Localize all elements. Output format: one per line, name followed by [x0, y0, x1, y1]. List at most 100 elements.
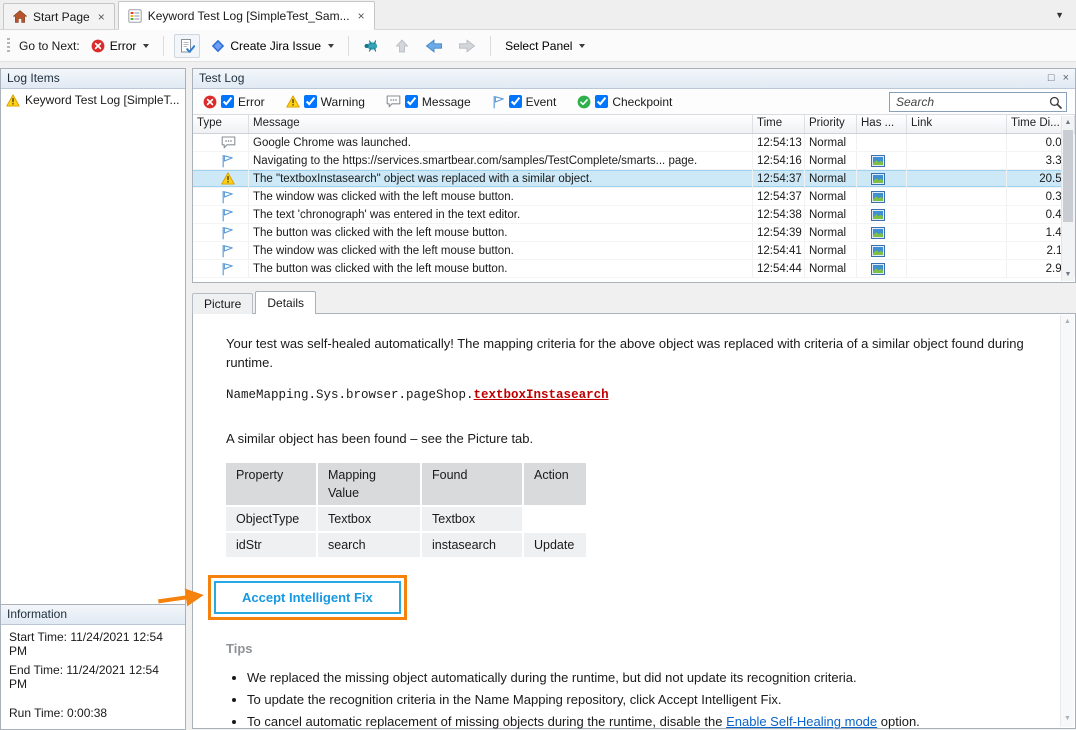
- chevron-down-icon: [143, 44, 149, 48]
- go-forward-button[interactable]: [454, 35, 480, 57]
- annotation-arrow-icon: [156, 580, 207, 614]
- start-time: Start Time: 11/24/2021 12:54 PM: [1, 625, 185, 658]
- select-test-item-button[interactable]: [174, 34, 200, 58]
- picture-icon: [871, 245, 885, 257]
- tab-details[interactable]: Details: [255, 291, 316, 314]
- error-filter-checkbox[interactable]: [221, 95, 234, 108]
- accept-fix-highlight: Accept Intelligent Fix: [208, 575, 407, 620]
- scroll-down-icon[interactable]: ▼: [1061, 712, 1074, 725]
- warning-filter-checkbox[interactable]: [304, 95, 317, 108]
- chevron-down-icon: [328, 44, 334, 48]
- tab-label: Keyword Test Log [SimpleTest_Sam...: [148, 9, 350, 23]
- column-header[interactable]: Link: [907, 115, 1007, 133]
- column-header[interactable]: Type: [193, 115, 249, 133]
- table-row[interactable]: The button was clicked with the left mou…: [193, 260, 1075, 278]
- application-window: Start Page × Keyword Test Log [SimpleTes…: [0, 0, 1076, 730]
- details-scrollbar[interactable]: ▲ ▼: [1060, 315, 1074, 727]
- table-row-selected[interactable]: The "textboxInstasearch" object was repl…: [193, 170, 1075, 188]
- test-log-panel: Test Log □ × Error Warning Message: [192, 68, 1076, 283]
- create-jira-issue-button[interactable]: Create Jira Issue: [207, 36, 338, 56]
- checkpoint-filter-checkbox[interactable]: [595, 95, 608, 108]
- scroll-up-icon[interactable]: ▲: [1062, 116, 1074, 129]
- error-icon: [203, 95, 217, 109]
- close-icon[interactable]: ×: [358, 9, 365, 23]
- left-arrow-icon: [425, 38, 443, 54]
- tab-label: Start Page: [33, 10, 90, 24]
- checkpoint-icon: [577, 95, 591, 109]
- table-cell: Update: [524, 533, 586, 557]
- column-header[interactable]: Priority: [805, 115, 857, 133]
- mapped-object-link[interactable]: textboxInstasearch: [474, 388, 609, 402]
- picture-icon: [871, 173, 885, 185]
- select-panel-dropdown[interactable]: Select Panel: [501, 36, 589, 56]
- document-tab-bar: Start Page × Keyword Test Log [SimpleTes…: [0, 0, 1076, 30]
- toolbar-grip[interactable]: [7, 38, 10, 54]
- tip-item: We replaced the missing object automatic…: [247, 669, 1031, 688]
- tab-picture[interactable]: Picture: [192, 293, 253, 314]
- picture-icon: [871, 191, 885, 203]
- similar-object-message: A similar object has been found – see th…: [226, 430, 1031, 449]
- picture-icon: [871, 209, 885, 221]
- orange-highlight-box: Accept Intelligent Fix: [208, 575, 407, 620]
- event-icon: [221, 190, 234, 204]
- event-icon: [221, 226, 234, 240]
- name-mapping-path: NameMapping.Sys.browser.pageShop.textbox…: [226, 386, 1031, 404]
- information-section: Information Start Time: 11/24/2021 12:54…: [1, 604, 185, 729]
- table-cell: ObjectType: [226, 507, 316, 531]
- table-cell: search: [318, 533, 420, 557]
- event-filter: Event: [492, 95, 557, 109]
- message-filter-checkbox[interactable]: [405, 95, 418, 108]
- enable-self-healing-link[interactable]: Enable Self-Healing mode: [726, 714, 877, 729]
- warning-icon: [286, 95, 300, 108]
- details-body: Your test was self-healed automatically!…: [194, 315, 1059, 727]
- tip-item: To cancel automatic replacement of missi…: [247, 713, 1031, 730]
- close-icon[interactable]: ×: [98, 10, 105, 24]
- maximize-panel-icon[interactable]: □: [1048, 69, 1055, 88]
- event-icon: [492, 95, 505, 109]
- message-filter: Message: [386, 95, 471, 109]
- scrollbar-thumb[interactable]: [1063, 130, 1073, 222]
- self-healed-message: Your test was self-healed automatically!…: [226, 335, 1031, 373]
- column-header[interactable]: Time: [753, 115, 805, 133]
- column-header[interactable]: Message: [249, 115, 753, 133]
- table-cell: [524, 507, 586, 531]
- toolbar-separator: [490, 36, 491, 56]
- picture-icon: [871, 155, 885, 167]
- accept-intelligent-fix-button[interactable]: Accept Intelligent Fix: [214, 581, 401, 614]
- end-time: End Time: 11/24/2021 12:54 PM: [1, 658, 185, 691]
- error-filter: Error: [203, 95, 265, 109]
- search-input[interactable]: [889, 92, 1067, 112]
- log-table-header: Type Message Time Priority Has ... Link …: [193, 115, 1075, 134]
- home-icon: [13, 10, 27, 23]
- go-back-button[interactable]: [421, 35, 447, 57]
- go-to-next-error-dropdown[interactable]: Error: [87, 36, 154, 56]
- up-arrow-icon: [394, 38, 410, 54]
- table-row[interactable]: The text 'chronograph' was entered in th…: [193, 206, 1075, 224]
- tab-list-chevron-icon[interactable]: ▼: [1055, 10, 1064, 20]
- close-panel-icon[interactable]: ×: [1063, 69, 1069, 88]
- filter-bar: Error Warning Message Event Checkpoint: [193, 89, 1075, 115]
- table-row[interactable]: Navigating to the https://services.smart…: [193, 152, 1075, 170]
- post-issue-button[interactable]: [359, 36, 383, 56]
- error-icon: [91, 39, 105, 53]
- run-time: Run Time: 0:00:38: [1, 701, 185, 729]
- tab-keyword-test-log[interactable]: Keyword Test Log [SimpleTest_Sam... ×: [118, 1, 375, 30]
- table-row[interactable]: The window was clicked with the left mou…: [193, 188, 1075, 206]
- details-panel: Your test was self-healed automatically!…: [192, 313, 1076, 729]
- scroll-down-icon[interactable]: ▼: [1062, 268, 1074, 281]
- log-table-body: Google Chrome was launched. 12:54:13 Nor…: [193, 134, 1075, 282]
- tab-start-page[interactable]: Start Page ×: [3, 3, 115, 29]
- go-up-button[interactable]: [390, 35, 414, 57]
- sidebar-item-keyword-test-log[interactable]: Keyword Test Log [SimpleT...: [1, 89, 185, 111]
- log-items-header: Log Items: [1, 69, 185, 89]
- table-row[interactable]: Google Chrome was launched. 12:54:13 Nor…: [193, 134, 1075, 152]
- table-cell: Textbox: [422, 507, 522, 531]
- table-row[interactable]: The button was clicked with the left mou…: [193, 224, 1075, 242]
- mapping-criteria-table: Property Mapping Value Found Action Obje…: [226, 463, 586, 558]
- event-icon: [221, 208, 234, 222]
- test-log-scrollbar[interactable]: ▲ ▼: [1061, 116, 1074, 281]
- table-row[interactable]: The window was clicked with the left mou…: [193, 242, 1075, 260]
- event-filter-checkbox[interactable]: [509, 95, 522, 108]
- scroll-up-icon[interactable]: ▲: [1061, 315, 1074, 328]
- column-header[interactable]: Has ...: [857, 115, 907, 133]
